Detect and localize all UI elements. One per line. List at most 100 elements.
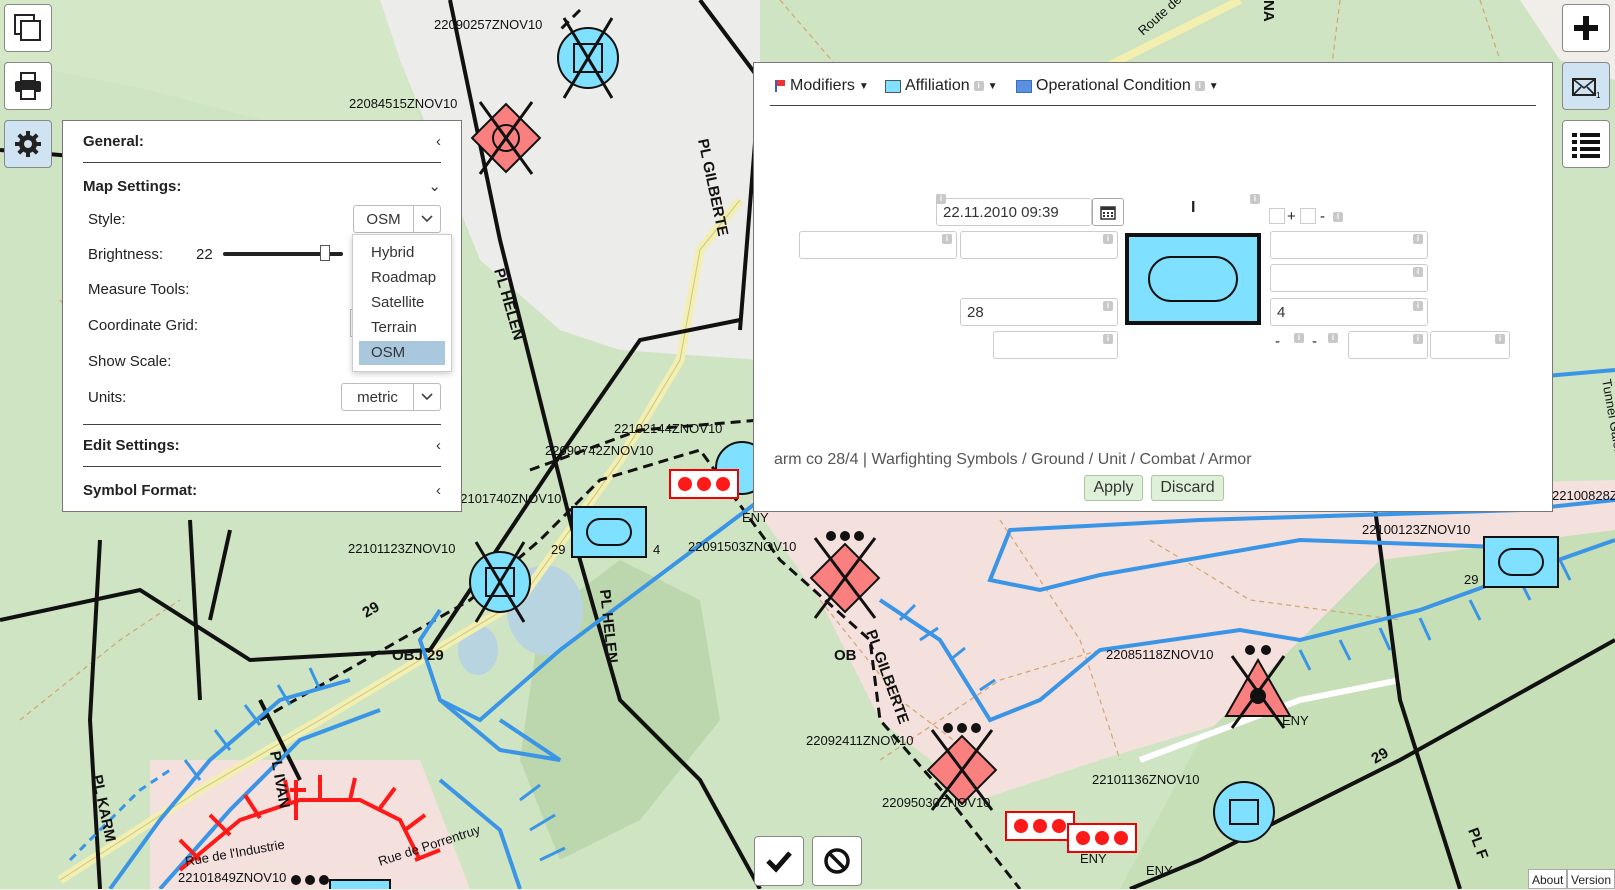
map-label: 22102144ZNOV10	[614, 421, 722, 436]
affiliation-swatch	[885, 79, 901, 93]
info-icon[interactable]: i	[936, 194, 946, 204]
plus-field[interactable]	[1269, 208, 1285, 224]
modifier-field[interactable]: i	[1348, 331, 1428, 359]
modifier-field[interactable]: i	[960, 231, 1118, 259]
list-button[interactable]	[1562, 120, 1610, 168]
chevron-left-icon: ‹	[436, 481, 441, 499]
minus-field[interactable]	[1300, 208, 1316, 224]
info-icon[interactable]: i	[1413, 267, 1423, 277]
section-title: General:	[83, 133, 144, 150]
coordinate-grid-label: Coordinate Grid:	[88, 317, 199, 334]
show-scale-label: Show Scale:	[88, 353, 172, 370]
info-icon[interactable]: i	[1103, 334, 1113, 344]
chevron-down-icon: ⌄	[428, 178, 441, 195]
info-icon[interactable]: i	[973, 81, 984, 91]
style-option-satellite[interactable]: Satellite	[359, 291, 445, 315]
info-icon[interactable]: i	[1103, 234, 1113, 244]
operational-swatch	[1016, 79, 1032, 93]
info-icon[interactable]: i	[1333, 212, 1343, 222]
map-label: 22092411ZNOV10	[806, 733, 913, 748]
affiliation-label: Affiliation	[905, 77, 970, 94]
map-label: 22085118ZNOV10	[1106, 647, 1213, 662]
version-link[interactable]: Version	[1567, 869, 1615, 889]
section-title: Symbol Format:	[83, 481, 198, 499]
brightness-value: 22	[196, 246, 213, 263]
section-map-settings[interactable]: Map Settings: ⌄	[83, 165, 441, 207]
calendar-icon	[1100, 206, 1116, 220]
info-icon[interactable]: i	[942, 234, 952, 244]
apply-button[interactable]: Apply	[1084, 475, 1143, 501]
about-link[interactable]: About	[1528, 869, 1568, 889]
ban-icon	[824, 848, 850, 874]
message-button[interactable]: 1	[1562, 62, 1610, 110]
style-value: OSM	[366, 210, 401, 228]
map-label: 29	[551, 542, 565, 557]
cancel-button[interactable]	[812, 836, 862, 886]
map-label: 22101123ZNOV10	[348, 541, 455, 556]
units-select[interactable]: metric	[341, 383, 441, 411]
brightness-slider[interactable]	[223, 245, 343, 261]
section-symbol-format[interactable]: Symbol Format: ‹	[83, 469, 441, 511]
units-value: metric	[357, 388, 398, 406]
modifiers-menu[interactable]: Modifiers ▼	[774, 77, 869, 95]
style-select[interactable]: OSM	[353, 205, 441, 233]
info-icon[interactable]: i	[1413, 334, 1423, 344]
style-option-osm[interactable]: OSM	[359, 341, 445, 365]
discard-button[interactable]: Discard	[1151, 475, 1224, 501]
modifier-field-right[interactable]: 4i	[1270, 298, 1428, 326]
modifiers-label: Modifiers	[790, 77, 855, 94]
objective-label: OB	[834, 647, 857, 664]
info-icon[interactable]: i	[1413, 234, 1423, 244]
info-icon[interactable]: i	[1103, 301, 1113, 311]
calendar-button[interactable]	[1092, 198, 1124, 226]
plus-sign: +	[1287, 208, 1296, 225]
map-label: 22101136ZNOV10	[1092, 772, 1199, 787]
map-label: ENY	[1282, 713, 1309, 728]
checkmark-icon	[766, 851, 792, 873]
brightness-label: Brightness:	[88, 246, 164, 263]
echelon-indicator: I	[1191, 199, 1196, 216]
info-icon[interactable]: i	[1250, 194, 1260, 204]
slider-handle[interactable]	[320, 245, 330, 261]
info-icon[interactable]: i	[1495, 334, 1505, 344]
map-label: 22091503ZNOV10	[688, 539, 796, 554]
style-option-terrain[interactable]: Terrain	[359, 316, 445, 340]
modifier-field-left[interactable]: 28 i	[960, 298, 1118, 326]
modifier-field[interactable]: i	[1430, 331, 1510, 359]
section-general[interactable]: General: ‹	[83, 121, 441, 163]
modifier-field[interactable]: i	[1270, 231, 1428, 259]
datetime-field[interactable]: 22.11.2010 09:39	[936, 198, 1092, 226]
section-edit-settings[interactable]: Edit Settings: ‹	[83, 425, 441, 467]
add-symbol-button[interactable]	[1562, 4, 1610, 52]
info-icon[interactable]: i	[1413, 301, 1423, 311]
section-title: Map Settings:	[83, 177, 182, 195]
modifier-field[interactable]: i	[1270, 264, 1428, 292]
chevron-left-icon: ‹	[436, 437, 441, 454]
layers-button[interactable]	[4, 4, 52, 52]
confirm-button[interactable]	[754, 836, 804, 886]
gear-icon	[15, 131, 41, 157]
print-button[interactable]	[4, 62, 52, 110]
svg-text:1: 1	[1596, 91, 1601, 100]
style-label: Style:	[88, 211, 126, 228]
affiliation-menu[interactable]: Affiliation i ▼	[885, 77, 998, 95]
info-icon[interactable]: i	[1294, 333, 1304, 343]
minus-sign: -	[1320, 208, 1325, 225]
symbol-preview	[1125, 233, 1261, 325]
modifier-field[interactable]: i	[993, 331, 1118, 359]
operational-condition-menu[interactable]: Operational Condition i ▼	[1016, 77, 1219, 95]
style-option-hybrid[interactable]: Hybrid	[359, 241, 445, 265]
map-label: 22100123ZNOV10	[1362, 522, 1470, 537]
modifier-field[interactable]: i	[799, 231, 957, 259]
map-label: 22101740ZNOV10	[453, 491, 561, 506]
field-value: 4	[1277, 304, 1286, 321]
info-icon[interactable]: i	[1328, 333, 1338, 343]
map-label: 29	[1464, 572, 1478, 587]
settings-button[interactable]	[4, 120, 52, 168]
style-option-roadmap[interactable]: Roadmap	[359, 266, 445, 290]
map-label: 22090257ZNOV10	[434, 17, 542, 32]
section-title: Edit Settings:	[83, 437, 180, 454]
map-label: 22084515ZNOV10	[349, 96, 457, 111]
operational-label: Operational Condition	[1036, 77, 1191, 94]
info-icon[interactable]: i	[1194, 81, 1205, 91]
